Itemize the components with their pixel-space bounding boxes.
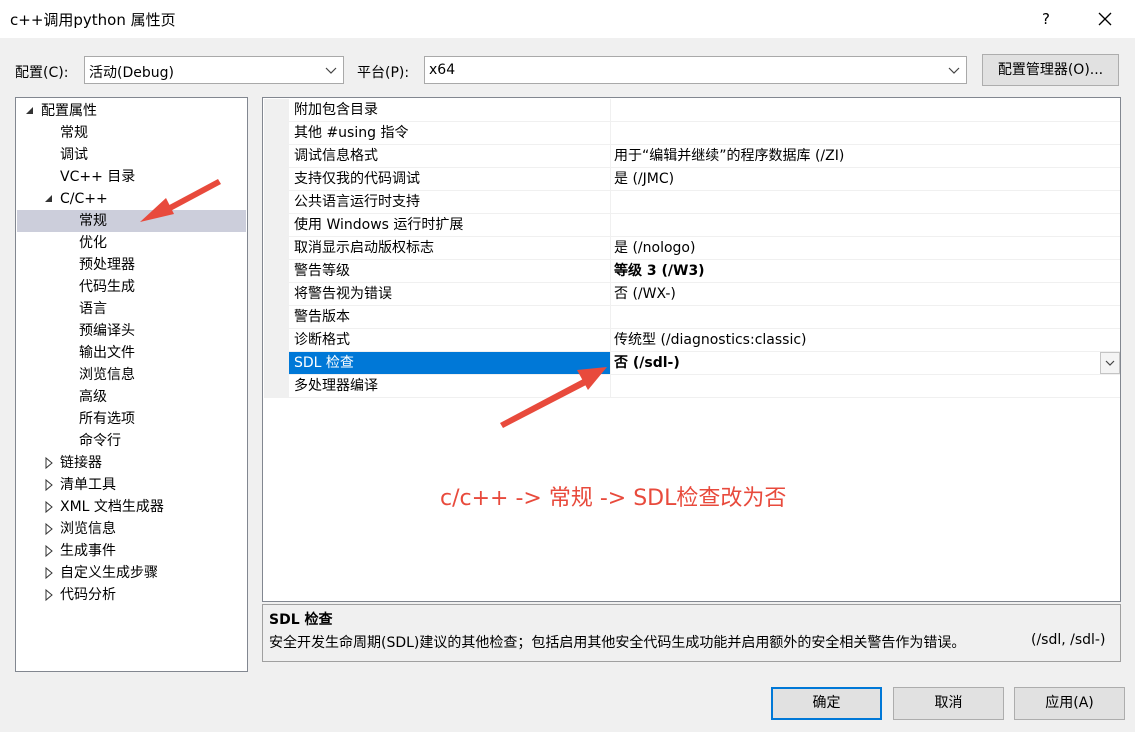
grid-row[interactable]: 多处理器编译 [264,375,1120,398]
title-bar: c++调用python 属性页 ? [0,0,1135,38]
tree-item-command-line[interactable]: 命令行 [79,430,121,452]
grid-row[interactable]: 公共语言运行时支持 [264,191,1120,214]
property-value: 用于“编辑并继续”的程序数据库 (/ZI) [614,148,845,164]
grid-row[interactable]: 警告等级 等级 3 (/W3) [264,260,1120,283]
tree-item-optimization[interactable]: 优化 [79,232,107,254]
grid-row[interactable]: 警告版本 [264,306,1120,329]
collapsed-triangle-icon [45,456,53,470]
grid-row[interactable]: 支持仅我的代码调试 是 (/JMC) [264,168,1120,191]
platform-label: 平台(P): [357,65,410,81]
tree-item-custom-build-step[interactable]: 自定义生成步骤 [43,562,158,584]
grid-row[interactable]: 附加包含目录 [264,99,1120,122]
property-tree[interactable]: 配置属性 常规 调试 VC++ 目录 C/C++ 常规 优化 预处理器 代码生成… [15,97,248,672]
tree-item-build-events[interactable]: 生成事件 [43,540,116,562]
property-name: 支持仅我的代码调试 [294,171,420,187]
property-value-select[interactable]: 否 (/sdl-) [614,352,680,374]
tree-item-precompiled-headers[interactable]: 预编译头 [79,320,135,342]
tree-item-code-generation[interactable]: 代码生成 [79,276,135,298]
property-name: SDL 检查 [294,355,354,371]
property-name: 警告等级 [294,263,350,279]
chevron-down-icon [948,67,960,74]
collapsed-triangle-icon [45,566,53,580]
property-name: 调试信息格式 [294,148,378,164]
cancel-button[interactable]: 取消 [893,687,1004,720]
grid-row[interactable]: 调试信息格式 用于“编辑并继续”的程序数据库 (/ZI) [264,145,1120,168]
collapsed-triangle-icon [45,478,53,492]
tree-item-general[interactable]: 常规 [60,122,88,144]
property-value: 等级 3 (/W3) [614,263,705,279]
property-name: 使用 Windows 运行时扩展 [294,217,464,233]
tree-item-c-cpp[interactable]: C/C++ [43,188,108,210]
tree-item-xml-doc-generator[interactable]: XML 文档生成器 [43,496,164,518]
property-name: 多处理器编译 [294,378,378,394]
collapsed-triangle-icon [45,588,53,602]
description-switches: (/sdl, /sdl-) [1031,632,1106,648]
grid-row[interactable]: 将警告视为错误 否 (/WX-) [264,283,1120,306]
property-name: 诊断格式 [294,332,350,348]
help-button[interactable]: ? [1026,4,1066,34]
description-title: SDL 检查 [269,612,333,628]
property-grid[interactable]: 附加包含目录 其他 #using 指令 调试信息格式 用于“编辑并继续”的程序数据… [262,97,1121,602]
platform-value: x64 [429,62,456,78]
configuration-label: 配置(C): [15,65,69,81]
collapsed-triangle-icon [45,522,53,536]
expanded-triangle-icon [45,195,52,202]
tree-item-all-options[interactable]: 所有选项 [79,408,135,430]
grid-row[interactable]: 使用 Windows 运行时扩展 [264,214,1120,237]
description-pane: SDL 检查 安全开发生命周期(SDL)建议的其他检查；包括启用其他安全代码生成… [262,604,1121,662]
grid-row-selected[interactable]: SDL 检查 否 (/sdl-) [264,352,1120,375]
property-value: 是 (/nologo) [614,240,696,256]
grid-row[interactable]: 取消显示启动版权标志 是 (/nologo) [264,237,1120,260]
tree-item-browse-information-2[interactable]: 浏览信息 [43,518,116,540]
window-title: c++调用python 属性页 [10,11,176,29]
description-text: 安全开发生命周期(SDL)建议的其他检查；包括启用其他安全代码生成功能并启用额外… [269,635,966,651]
configuration-select[interactable]: 活动(Debug) [84,56,344,84]
collapsed-triangle-icon [45,500,53,514]
tree-item-advanced[interactable]: 高级 [79,386,107,408]
tree-item-code-analysis[interactable]: 代码分析 [43,584,116,606]
chevron-down-icon [1105,360,1115,366]
property-name: 公共语言运行时支持 [294,194,420,210]
property-name: 附加包含目录 [294,102,378,118]
tree-item-manifest-tool[interactable]: 清单工具 [43,474,116,496]
expanded-triangle-icon [26,107,33,114]
tree-item-vc-directories[interactable]: VC++ 目录 [60,166,135,188]
value-dropdown-button[interactable] [1100,352,1120,374]
tree-item-output-files[interactable]: 输出文件 [79,342,135,364]
ok-button[interactable]: 确定 [771,687,882,720]
annotation-text: c/c++ -> 常规 -> SDL检查改为否 [440,486,787,511]
property-value: 传统型 (/diagnostics:classic) [614,332,807,348]
tree-item-c-cpp-general[interactable]: 常规 [17,210,246,232]
configuration-manager-button[interactable]: 配置管理器(O)... [982,54,1119,86]
property-name: 将警告视为错误 [294,286,392,302]
collapsed-triangle-icon [45,544,53,558]
property-value: 否 (/WX-) [614,286,676,302]
property-name: 其他 #using 指令 [294,125,409,141]
tree-item-preprocessor[interactable]: 预处理器 [79,254,135,276]
tree-item-configuration-properties[interactable]: 配置属性 [24,100,97,122]
property-name: 取消显示启动版权标志 [294,240,434,256]
platform-select[interactable]: x64 [424,56,967,84]
close-icon [1098,12,1112,26]
grid-row[interactable]: 诊断格式 传统型 (/diagnostics:classic) [264,329,1120,352]
property-value: 是 (/JMC) [614,171,675,187]
close-button[interactable] [1083,4,1127,34]
apply-button[interactable]: 应用(A) [1014,687,1125,720]
chevron-down-icon [325,67,337,74]
tree-item-browse-information[interactable]: 浏览信息 [79,364,135,386]
grid-row[interactable]: 其他 #using 指令 [264,122,1120,145]
tree-item-language[interactable]: 语言 [79,298,107,320]
configuration-value: 活动(Debug) [89,65,174,81]
tree-item-linker[interactable]: 链接器 [43,452,102,474]
tree-item-debugging[interactable]: 调试 [60,144,88,166]
property-name: 警告版本 [294,309,350,325]
